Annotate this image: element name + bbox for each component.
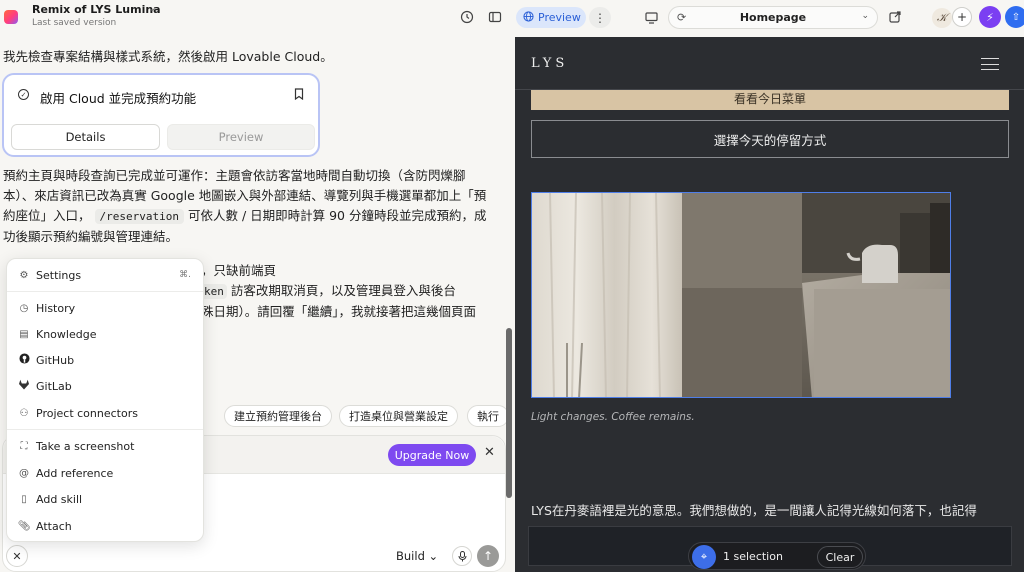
- preview-button[interactable]: Preview: [167, 124, 315, 150]
- chevron-down-icon[interactable]: ⌄: [148, 3, 156, 14]
- project-subtitle: Last saved version: [32, 18, 117, 28]
- suggestion-chip[interactable]: 執行: [467, 405, 509, 427]
- toggle-panel-icon[interactable]: [486, 8, 504, 26]
- assistant-message: 我先檢查專案結構與樣式系統，然後啟用 Lovable Cloud。: [3, 49, 333, 64]
- gitlab-icon: [17, 379, 31, 393]
- chat-scrollbar[interactable]: [506, 328, 512, 498]
- screenshot-icon: ⛶: [20, 440, 28, 452]
- cafe-photo[interactable]: [531, 192, 951, 398]
- lovable-logo[interactable]: [4, 10, 18, 24]
- upgrade-button[interactable]: Upgrade Now: [388, 444, 476, 466]
- current-page: Homepage: [739, 11, 807, 24]
- menu-item-gitlab[interactable]: GitLab: [7, 373, 203, 399]
- knowledge-icon: ▤: [19, 328, 29, 340]
- menu-item-label: Add skill: [36, 492, 83, 506]
- add-icon[interactable]: +: [952, 7, 972, 27]
- chevron-down-icon[interactable]: ⌄: [861, 11, 869, 21]
- site-logo[interactable]: LYS: [531, 56, 568, 71]
- paperclip-icon: 📎︎: [17, 520, 31, 532]
- build-mode-dropdown[interactable]: Build ⌄: [396, 549, 438, 563]
- menu-item-project-connectors[interactable]: ⚇ Project connectors: [7, 400, 203, 426]
- suggestion-chip[interactable]: 打造桌位與營業設定: [339, 405, 458, 427]
- bookmark-icon[interactable]: [294, 88, 304, 103]
- photo-caption: Light changes. Coffee remains.: [531, 411, 695, 423]
- task-card[interactable]: ✓ 啟用 Cloud 並完成預約功能 Details Preview: [2, 73, 320, 157]
- close-menu-icon[interactable]: ✕: [6, 545, 28, 567]
- details-button[interactable]: Details: [11, 124, 160, 150]
- send-button[interactable]: ↑: [477, 545, 499, 567]
- top-bar: Remix of LYS Lumina ⌄ Last saved version…: [0, 0, 1024, 36]
- open-external-icon[interactable]: [886, 8, 904, 26]
- at-icon: @: [19, 467, 29, 479]
- select-element-icon[interactable]: ⌖: [692, 545, 716, 569]
- menu-item-label: Knowledge: [36, 327, 97, 341]
- selection-toolbar: ⌖ 1 selection Clear: [688, 542, 866, 570]
- github-icon: [17, 353, 31, 367]
- check-circle-icon: ✓: [18, 89, 29, 100]
- about-text: LYS在丹麥語裡是光的意思。我們想做的，是一間讓人記得光線如何落下，也記得: [531, 503, 977, 518]
- shortcut-hint: ⌘.: [179, 270, 191, 280]
- assistant-message: 預約主頁與時段查詢已完成並可運作：主題會依訪客當地時間自動切換（含防閃爍腳本）、…: [3, 166, 493, 247]
- build-mode-label: Build: [396, 549, 425, 563]
- task-title: 啟用 Cloud 並完成預約功能: [40, 91, 197, 106]
- menu-item-attach[interactable]: 📎︎ Attach: [7, 513, 203, 539]
- preview-tab[interactable]: Preview: [516, 7, 586, 28]
- menu-item-label: Attach: [36, 519, 72, 533]
- hamburger-menu-icon[interactable]: [981, 58, 999, 70]
- menu-divider: [7, 291, 203, 292]
- page-selector[interactable]: ⟳ Homepage ⌄: [668, 6, 878, 29]
- menu-item-add-skill[interactable]: ▯ Add skill: [7, 486, 203, 512]
- microphone-icon[interactable]: [452, 546, 472, 566]
- menu-item-label: GitHub: [36, 353, 75, 367]
- bolt-icon[interactable]: ⚡: [979, 6, 1001, 28]
- history-icon: ◷: [19, 302, 29, 314]
- site-preview: LYS 看看今日菜單 選擇今天的停留方式 Light changes. Coff…: [515, 37, 1024, 572]
- avatar[interactable]: 𝒦: [932, 8, 952, 28]
- more-options-icon[interactable]: ⋮: [589, 7, 611, 28]
- menu-item-knowledge[interactable]: ▤ Knowledge: [7, 321, 203, 347]
- inline-code: ken: [201, 284, 227, 299]
- share-icon[interactable]: ⇧: [1005, 6, 1024, 28]
- inline-code: /reservation: [94, 209, 184, 224]
- clear-selection-button[interactable]: Clear: [817, 546, 863, 568]
- preview-tab-label: Preview: [538, 11, 581, 24]
- menu-item-label: History: [36, 301, 76, 315]
- menu-item-label: Settings: [36, 268, 82, 282]
- menu-item-label: Take a screenshot: [36, 439, 135, 453]
- menu-cta-button[interactable]: 看看今日菜單: [531, 90, 1009, 110]
- menu-item-take-screenshot[interactable]: ⛶ Take a screenshot: [7, 433, 203, 459]
- project-title[interactable]: Remix of LYS Lumina: [32, 3, 161, 16]
- gear-icon: ⚙: [19, 269, 29, 281]
- skill-icon: ▯: [21, 493, 27, 505]
- selection-count: 1 selection: [723, 550, 783, 563]
- plus-menu: ⚙ Settings ⌘. ◷ History ▤ Knowledge GitH…: [6, 258, 204, 542]
- menu-divider: [7, 429, 203, 430]
- menu-item-label: Project connectors: [36, 406, 138, 420]
- menu-item-label: Add reference: [36, 466, 114, 480]
- menu-item-github[interactable]: GitHub: [7, 347, 203, 373]
- message-text: 訪客改期取消頁，以及管理員登入與後台: [226, 283, 456, 298]
- suggestion-chip[interactable]: 建立預約管理後台: [224, 405, 332, 427]
- menu-item-label: GitLab: [36, 379, 72, 393]
- history-icon[interactable]: [458, 8, 476, 26]
- stay-options-button[interactable]: 選擇今天的停留方式: [531, 120, 1009, 158]
- desktop-view-icon[interactable]: [642, 9, 660, 27]
- chevron-down-icon: ⌄: [428, 549, 439, 563]
- menu-item-history[interactable]: ◷ History: [7, 295, 203, 321]
- connectors-icon: ⚇: [19, 407, 29, 419]
- menu-item-settings[interactable]: ⚙ Settings ⌘.: [7, 262, 203, 288]
- globe-icon: [523, 10, 534, 25]
- menu-item-add-reference[interactable]: @ Add reference: [7, 460, 203, 486]
- close-icon[interactable]: ✕: [484, 445, 495, 460]
